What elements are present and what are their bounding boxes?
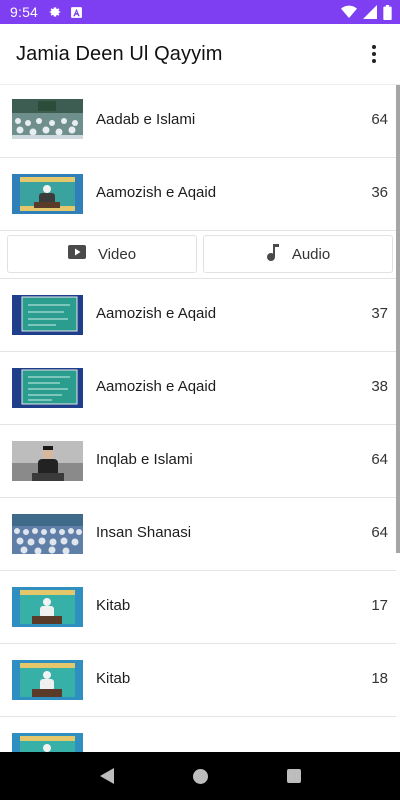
- thumbnail-image: [12, 660, 83, 700]
- status-left-icons: [48, 5, 83, 19]
- audio-button-label: Audio: [291, 245, 331, 263]
- media-toggle-bar: Video Audio: [0, 231, 396, 279]
- overflow-menu-icon[interactable]: [362, 42, 386, 66]
- audio-button[interactable]: Audio: [203, 235, 393, 273]
- list-item-count: 38: [371, 378, 388, 395]
- list-item[interactable]: Kitab 18: [0, 644, 396, 717]
- list-item-title: Insan Shanasi: [96, 524, 192, 541]
- thumbnail-image: [12, 587, 83, 627]
- back-icon[interactable]: [99, 768, 114, 784]
- list-item-count: 64: [371, 111, 388, 128]
- app-a-icon: [70, 6, 83, 19]
- list-item-title: Kitab: [96, 597, 131, 614]
- list-item-title: Aadab e Islami: [96, 111, 196, 128]
- list-item-title: Kitab: [96, 670, 131, 687]
- playlist-list[interactable]: Aadab e Islami 64 Aamozish e Aqaid 36 Vi…: [0, 84, 400, 752]
- list-item[interactable]: Aamozish e Aqaid 37: [0, 279, 396, 352]
- list-item-title: Aamozish e Aqaid: [96, 378, 217, 395]
- status-bar: 9:54: [0, 0, 400, 24]
- recent-apps-icon[interactable]: [286, 769, 301, 783]
- list-item-title: Aamozish e Aqaid: [96, 184, 217, 201]
- list-item-title: Aamozish e Aqaid: [96, 305, 217, 322]
- list-item[interactable]: Aadab e Islami 64: [0, 85, 396, 158]
- menu-dot: [372, 52, 376, 56]
- thumbnail-image: [12, 174, 83, 214]
- home-icon[interactable]: [192, 768, 208, 784]
- thumbnail-image: [12, 514, 83, 554]
- list-item-count: 18: [371, 670, 388, 687]
- status-time: 9:54: [10, 4, 39, 20]
- list-item[interactable]: Inqlab e Islami 64: [0, 425, 396, 498]
- video-button[interactable]: Video: [7, 235, 197, 273]
- list-item-count: 64: [371, 451, 388, 468]
- list-item[interactable]: Kitab 17: [0, 571, 396, 644]
- thumbnail-image: [12, 99, 83, 139]
- list-item-count: 64: [371, 524, 388, 541]
- thumbnail-image: [12, 441, 83, 481]
- thumbnail-image: [12, 295, 83, 335]
- app-title: Jamia Deen Ul Qayyim: [16, 42, 223, 65]
- thumbnail-image: [12, 368, 83, 408]
- list-item-title: Inqlab e Islami: [96, 451, 193, 468]
- list-item[interactable]: Insan Shanasi 64: [0, 498, 396, 571]
- app-bar: Jamia Deen Ul Qayyim: [0, 24, 400, 84]
- list-item-count: 17: [371, 597, 388, 614]
- status-right-icons: [341, 4, 392, 20]
- scrollbar-thumb[interactable]: [396, 85, 400, 553]
- battery-icon: [383, 4, 392, 20]
- menu-dot: [372, 59, 376, 63]
- signal-icon: [363, 5, 377, 19]
- list-item[interactable]: Aamozish e Aqaid 38: [0, 352, 396, 425]
- gear-icon: [48, 5, 62, 19]
- video-button-label: Video: [97, 245, 137, 263]
- list-item-count: 37: [371, 305, 388, 322]
- wifi-icon: [341, 5, 357, 19]
- menu-dot: [372, 45, 376, 49]
- thumbnail-image: [12, 733, 83, 752]
- list-item[interactable]: Aamozish e Aqaid 36: [0, 158, 396, 231]
- list-item[interactable]: [0, 717, 396, 752]
- system-nav-bar: [0, 752, 400, 800]
- list-item-count: 36: [371, 184, 388, 201]
- music-note-icon: [266, 243, 280, 265]
- video-play-icon: [67, 245, 86, 263]
